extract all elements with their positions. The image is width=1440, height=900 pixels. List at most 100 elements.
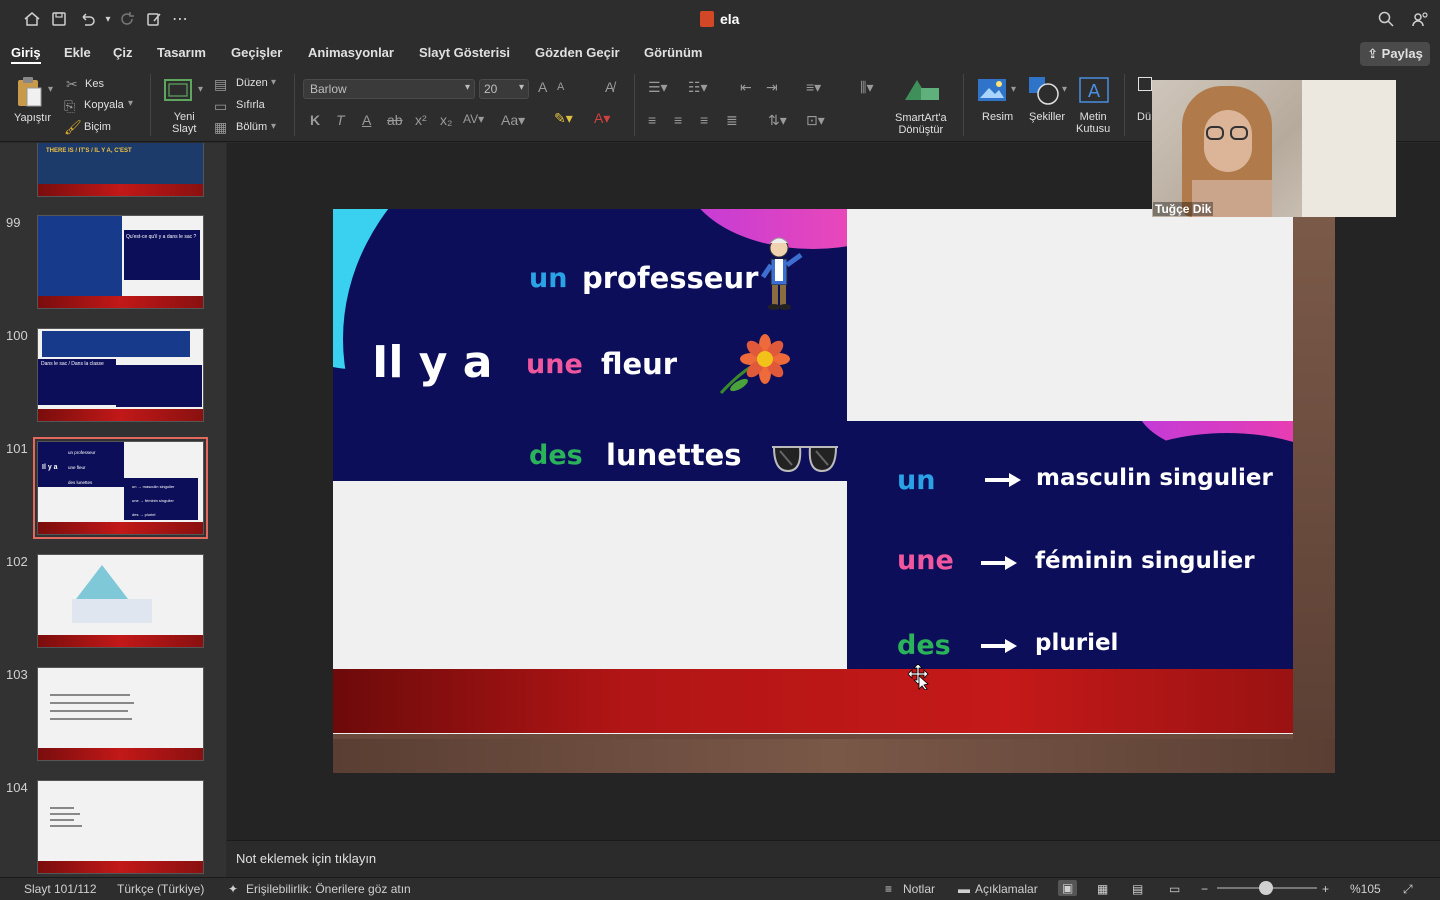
slide-thumbnail[interactable] <box>37 554 204 648</box>
shapes-button[interactable]: Şekiller <box>1029 111 1065 123</box>
layout-dropdown-icon[interactable]: ▾ <box>271 77 276 88</box>
slide-sorter-icon[interactable]: ▦ <box>1097 882 1108 896</box>
tab-draw[interactable]: Çiz <box>113 45 133 60</box>
zoom-slider-handle[interactable] <box>1259 881 1273 895</box>
picture-button[interactable]: Resim <box>982 111 1013 123</box>
tab-slideshow[interactable]: Slayt Gösterisi <box>419 45 510 60</box>
zoom-level[interactable]: %105 <box>1350 882 1381 896</box>
columns-icon[interactable]: ⫼▾ <box>860 79 873 96</box>
italic-icon[interactable]: T <box>336 112 345 128</box>
superscript-icon[interactable]: x² <box>415 112 427 128</box>
decrease-indent-icon[interactable]: ⇤ <box>740 79 752 96</box>
fit-to-window-icon[interactable]: ⤢ <box>1403 882 1413 897</box>
current-slide[interactable]: Il y a un professeur une fleur des lunet… <box>333 209 1335 773</box>
justify-icon[interactable]: ≣ <box>726 112 738 129</box>
undo-dropdown-icon[interactable]: ▾ <box>98 10 118 30</box>
slide-thumbnail[interactable] <box>37 780 204 874</box>
font-size-select[interactable]: 20 ▾ <box>479 79 529 99</box>
arrange-button[interactable]: Dü <box>1137 111 1151 123</box>
notes-pane[interactable]: Not eklemek için tıklayın <box>227 840 1440 877</box>
layout-button[interactable]: Düzen <box>236 77 268 89</box>
text-direction-icon[interactable]: ⇅▾ <box>768 112 787 129</box>
search-icon[interactable] <box>1376 10 1396 30</box>
section-button[interactable]: Bölüm <box>236 121 267 133</box>
character-spacing-icon[interactable]: AV▾ <box>463 112 484 126</box>
slide-thumbnail[interactable]: THERE IS / IT'S / IL Y A, C'EST <box>37 143 204 197</box>
strikethrough-icon[interactable]: ab <box>387 112 403 128</box>
home-icon[interactable] <box>22 10 42 30</box>
line-spacing-icon[interactable]: ≡▾ <box>806 79 821 96</box>
align-text-icon[interactable]: ⊡▾ <box>806 112 825 129</box>
copy-dropdown-icon[interactable]: ▾ <box>128 98 133 109</box>
chevron-down-icon: ▾ <box>518 82 524 93</box>
paste-dropdown-icon[interactable]: ▾ <box>48 84 53 95</box>
underline-icon[interactable]: A <box>362 112 371 128</box>
undo-icon[interactable] <box>77 10 97 30</box>
bullets-icon[interactable]: ☰▾ <box>648 79 668 96</box>
tab-insert[interactable]: Ekle <box>64 45 91 60</box>
cut-icon: ✂ <box>66 76 78 92</box>
tab-animations[interactable]: Animasyonlar <box>308 45 394 60</box>
new-slide-button[interactable]: Yeni Slayt <box>172 111 196 135</box>
slide-thumbnail[interactable]: Qu'est-ce qu'il y a dans le sac ? <box>37 215 204 309</box>
more-icon[interactable]: ⋯ <box>170 10 190 30</box>
section-dropdown-icon[interactable]: ▾ <box>271 121 276 132</box>
textbox-button[interactable]: Metin Kutusu <box>1076 111 1110 135</box>
tab-transitions[interactable]: Geçişler <box>231 45 282 60</box>
highlight-icon[interactable]: ✎▾ <box>554 110 573 127</box>
smartart-icon[interactable] <box>903 76 941 109</box>
picture-dropdown-icon[interactable]: ▾ <box>1011 84 1016 95</box>
new-slide-icon[interactable] <box>163 76 193 109</box>
textbox-icon[interactable]: A <box>1078 76 1110 109</box>
slideshow-icon[interactable]: ▭ <box>1169 882 1180 896</box>
reading-view-icon[interactable]: ▤ <box>1132 882 1143 896</box>
arrange-icon[interactable] <box>1138 77 1152 91</box>
tab-design[interactable]: Tasarım <box>157 45 206 60</box>
clear-format-icon[interactable]: A̸ <box>605 79 614 95</box>
tab-review[interactable]: Gözden Geçir <box>535 45 620 60</box>
font-name-select[interactable]: Barlow ▾ <box>303 79 475 99</box>
zoom-in-icon[interactable]: + <box>1322 882 1329 896</box>
tab-home[interactable]: Giriş <box>11 45 41 60</box>
paste-icon[interactable] <box>15 76 45 113</box>
touch-mode-icon[interactable] <box>144 10 164 30</box>
new-slide-dropdown-icon[interactable]: ▾ <box>198 84 203 95</box>
shapes-dropdown-icon[interactable]: ▾ <box>1062 84 1067 95</box>
shapes-icon[interactable] <box>1028 76 1060 111</box>
language-indicator[interactable]: Türkçe (Türkiye) <box>117 882 204 896</box>
numbering-icon[interactable]: ☷▾ <box>688 79 708 96</box>
tab-view[interactable]: Görünüm <box>644 45 703 60</box>
picture-icon[interactable] <box>977 78 1007 107</box>
decrease-font-icon[interactable]: A <box>557 81 564 93</box>
slide-thumbnail[interactable]: Dans le sac / Dans la classe <box>37 328 204 422</box>
slide-thumbnail[interactable] <box>37 667 204 761</box>
subscript-icon[interactable]: x₂ <box>440 112 452 128</box>
increase-indent-icon[interactable]: ⇥ <box>766 79 778 96</box>
slide-thumbnail-panel[interactable]: THERE IS / IT'S / IL Y A, C'EST 99 Qu'es… <box>0 143 226 877</box>
format-painter-button[interactable]: Biçim <box>84 121 111 133</box>
collaborate-icon[interactable] <box>1410 10 1430 30</box>
increase-font-icon[interactable]: A <box>538 79 547 95</box>
comments-toggle[interactable]: Açıklamalar <box>975 882 1038 896</box>
paste-button[interactable]: Yapıştır <box>14 112 51 124</box>
notes-placeholder[interactable]: Not eklemek için tıklayın <box>236 851 376 866</box>
participant-video[interactable] <box>1152 80 1396 217</box>
reset-button[interactable]: Sıfırla <box>236 99 265 111</box>
convert-to-smartart-button[interactable]: SmartArt'a Dönüştür <box>895 112 947 136</box>
save-icon[interactable] <box>49 10 69 30</box>
accessibility-status[interactable]: Erişilebilirlik: Önerilere göz atın <box>246 882 411 896</box>
cut-button[interactable]: Kes <box>85 78 104 90</box>
zoom-out-icon[interactable]: − <box>1201 882 1208 896</box>
align-right-icon[interactable]: ≡ <box>700 112 708 128</box>
align-center-icon[interactable]: ≡ <box>674 112 682 128</box>
redo-icon[interactable] <box>117 10 137 30</box>
font-color-icon[interactable]: A▾ <box>594 110 610 127</box>
bold-icon[interactable]: K <box>310 112 320 128</box>
copy-button[interactable]: Kopyala <box>84 99 124 111</box>
normal-view-icon[interactable]: ▣ <box>1058 880 1078 896</box>
align-left-icon[interactable]: ≡ <box>648 112 656 128</box>
share-button[interactable]: ⇪ Paylaş <box>1360 42 1430 66</box>
slide-thumbnail-selected[interactable]: Il y a un professeur une fleur des lunet… <box>33 437 208 539</box>
notes-toggle[interactable]: Notlar <box>903 882 935 896</box>
change-case-icon[interactable]: Aa▾ <box>501 112 525 129</box>
